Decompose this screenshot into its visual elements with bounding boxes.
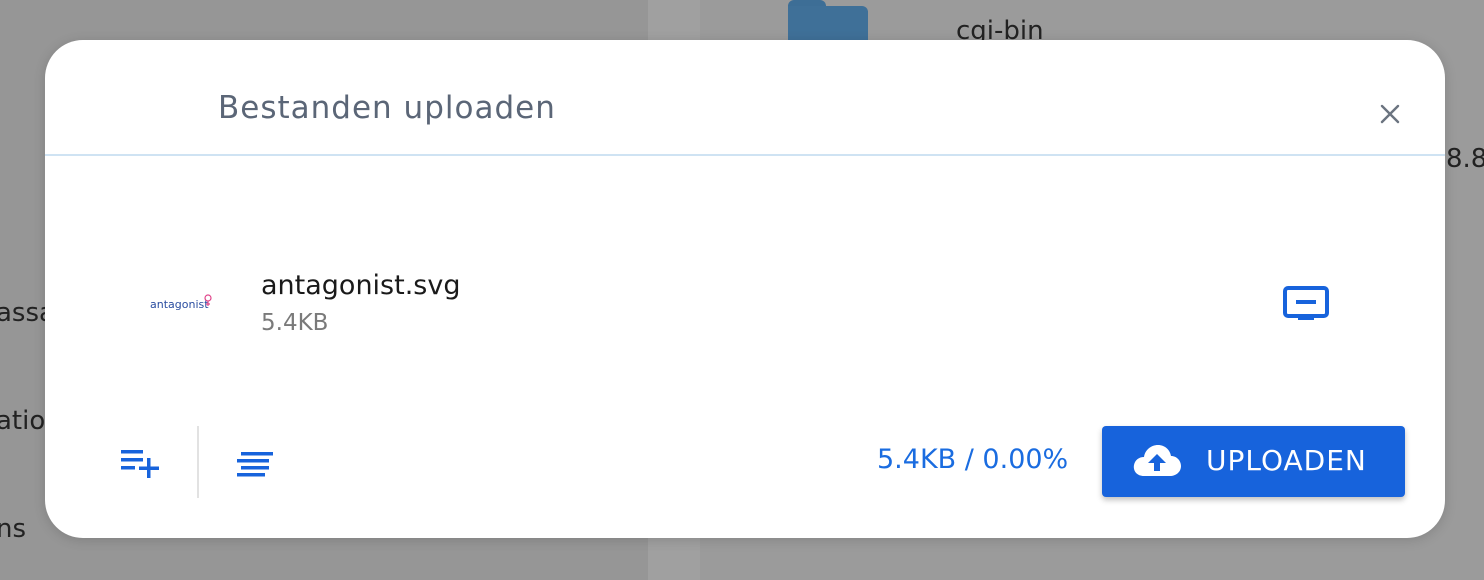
file-size: 5.4KB bbox=[261, 310, 329, 336]
background-text-fragment: atio bbox=[0, 406, 46, 436]
remove-file-button[interactable] bbox=[1283, 284, 1331, 324]
upload-dialog: Bestanden uploaden antagonist antagonist… bbox=[45, 40, 1445, 538]
list-align-icon bbox=[237, 452, 273, 477]
upload-button-label: UPLOADEN bbox=[1206, 444, 1367, 477]
close-button[interactable] bbox=[1372, 96, 1408, 132]
folder-icon[interactable] bbox=[788, 0, 868, 44]
playlist-add-icon bbox=[121, 450, 159, 478]
upload-progress-text: 5.4KB / 0.00% bbox=[877, 444, 1069, 475]
file-name: antagonist.svg bbox=[261, 270, 461, 301]
footer-divider bbox=[197, 426, 199, 498]
cloud-upload-icon bbox=[1133, 445, 1181, 476]
background-text-fragment: 8.8 bbox=[1446, 144, 1484, 174]
close-icon bbox=[1380, 104, 1400, 124]
dialog-header: Bestanden uploaden bbox=[45, 40, 1445, 156]
upload-button[interactable]: UPLOADEN bbox=[1102, 426, 1405, 497]
remove-file-icon bbox=[1283, 286, 1329, 320]
background-text-fragment: ns bbox=[0, 514, 27, 544]
file-thumbnail: antagonist bbox=[150, 294, 212, 311]
file-thumbnail-logo: antagonist bbox=[150, 298, 209, 311]
list-view-button[interactable] bbox=[233, 446, 277, 478]
dialog-title: Bestanden uploaden bbox=[218, 90, 556, 126]
add-files-button[interactable] bbox=[117, 444, 165, 480]
